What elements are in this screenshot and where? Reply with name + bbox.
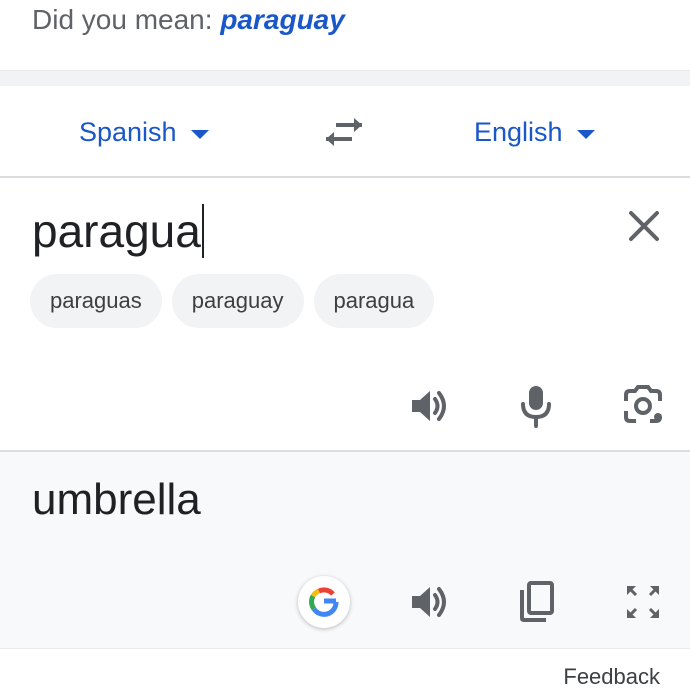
swap-horiz-icon <box>326 118 362 146</box>
caret-down-icon <box>576 129 595 139</box>
language-bar: Spanish English <box>0 86 690 178</box>
translation-output-area: umbrella <box>0 450 690 648</box>
did-you-mean-banner: Did you mean: paraguay <box>32 4 345 44</box>
caret-down-icon <box>190 129 209 139</box>
camera-lens-icon <box>624 385 662 423</box>
google-search-button[interactable] <box>298 576 350 628</box>
mic-icon <box>521 386 551 428</box>
section-divider <box>0 70 690 86</box>
source-language-button[interactable]: Spanish <box>79 86 209 178</box>
suggestion-chip[interactable]: paraguas <box>30 274 162 328</box>
copy-icon <box>520 581 554 622</box>
source-input-area: paragua paraguas paraguay paragua <box>0 180 690 450</box>
listen-translation-button[interactable] <box>405 578 453 626</box>
feedback-link[interactable]: Feedback <box>563 664 660 690</box>
text-cursor <box>201 204 204 258</box>
listen-source-button[interactable] <box>405 382 453 430</box>
volume-up-icon <box>412 587 446 617</box>
did-you-mean-prefix: Did you mean: <box>32 4 221 35</box>
google-g-icon <box>309 587 339 617</box>
suggestion-chips: paraguas paraguay paragua <box>30 274 435 328</box>
source-text-value: paragua <box>32 205 201 257</box>
target-language-button[interactable]: English <box>474 86 595 178</box>
swap-languages-button[interactable] <box>322 112 366 152</box>
footer-divider <box>0 648 690 649</box>
suggestion-chip[interactable]: paraguay <box>171 274 304 328</box>
fullscreen-button[interactable] <box>619 578 667 626</box>
target-language-label: English <box>474 116 563 147</box>
did-you-mean-suggestion-link[interactable]: paraguay <box>220 4 345 35</box>
translation-result: umbrella <box>32 475 201 524</box>
camera-translate-button[interactable] <box>619 382 667 430</box>
close-icon <box>629 211 659 241</box>
source-language-label: Spanish <box>79 116 177 147</box>
volume-up-icon <box>412 391 446 421</box>
copy-translation-button[interactable] <box>512 578 560 626</box>
fullscreen-icon <box>627 586 659 618</box>
source-text-input[interactable]: paragua <box>32 204 204 258</box>
suggestion-chip[interactable]: paragua <box>313 274 435 328</box>
clear-text-button[interactable] <box>624 206 664 246</box>
microphone-button[interactable] <box>512 382 560 430</box>
